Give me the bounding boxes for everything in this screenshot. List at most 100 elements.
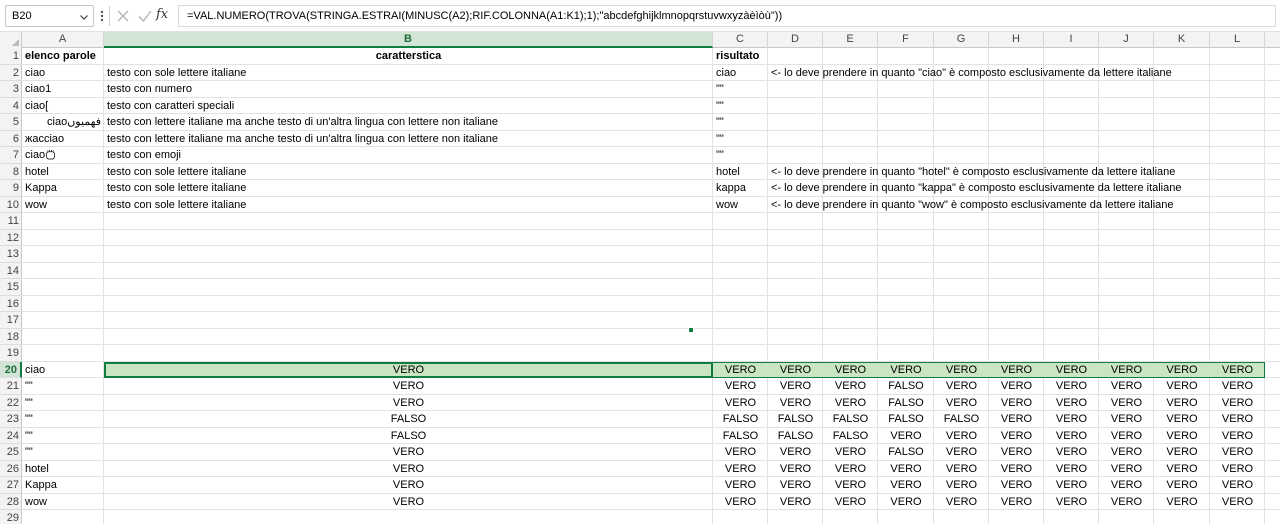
cell-i28[interactable]: VERO xyxy=(1044,494,1099,511)
cell-e22[interactable]: VERO xyxy=(823,395,878,412)
cell-k20[interactable]: VERO xyxy=(1154,362,1210,379)
cell-d21[interactable]: VERO xyxy=(768,378,823,395)
row-header-26[interactable]: 26 xyxy=(0,461,22,477)
cell-a5[interactable]: ciaoفهمیوں xyxy=(22,114,104,131)
cell-c5[interactable]: "" xyxy=(713,114,768,131)
cell-b3[interactable]: testo con numero xyxy=(104,81,713,98)
column-header-l[interactable]: L xyxy=(1210,32,1265,48)
row-header-8[interactable]: 8 xyxy=(0,164,22,180)
cell-j24[interactable]: VERO xyxy=(1099,428,1154,445)
formula-input[interactable]: =VAL.NUMERO(TROVA(STRINGA.ESTRAI(MINUSC(… xyxy=(178,5,1276,27)
row-header-18[interactable]: 18 xyxy=(0,329,22,345)
cell-c28[interactable]: VERO xyxy=(713,494,768,511)
cell-a23[interactable]: "" xyxy=(22,411,104,428)
cell-j20[interactable]: VERO xyxy=(1099,362,1154,379)
row-header-14[interactable]: 14 xyxy=(0,263,22,279)
column-header-g[interactable]: G xyxy=(934,32,989,48)
cell-l20[interactable]: VERO xyxy=(1210,362,1265,379)
column-header-k[interactable]: K xyxy=(1154,32,1210,48)
cell-j23[interactable]: VERO xyxy=(1099,411,1154,428)
cell-j28[interactable]: VERO xyxy=(1099,494,1154,511)
cell-b9[interactable]: testo con sole lettere italiane xyxy=(104,180,713,197)
cell-e20[interactable]: VERO xyxy=(823,362,878,379)
cell-a26[interactable]: hotel xyxy=(22,461,104,478)
cell-a1[interactable]: elenco parole xyxy=(22,48,104,65)
cell-b24[interactable]: FALSO xyxy=(104,428,713,445)
cell-g21[interactable]: VERO xyxy=(934,378,989,395)
cell-b5[interactable]: testo con lettere italiane ma anche test… xyxy=(104,114,713,131)
column-header-c[interactable]: C xyxy=(713,32,768,48)
more-vertical-icon[interactable] xyxy=(97,8,107,24)
cell-f21[interactable]: FALSO xyxy=(878,378,934,395)
cell-b4[interactable]: testo con caratteri speciali xyxy=(104,98,713,115)
cell-j27[interactable]: VERO xyxy=(1099,477,1154,494)
cell-c20[interactable]: VERO xyxy=(713,362,768,379)
cell-b20[interactable]: VERO xyxy=(104,362,713,379)
cell-h26[interactable]: VERO xyxy=(989,461,1044,478)
row-header-13[interactable]: 13 xyxy=(0,246,22,263)
cell-d10[interactable]: <- lo deve prendere in quanto "wow" è co… xyxy=(768,197,1248,214)
cell-f24[interactable]: VERO xyxy=(878,428,934,445)
cell-a25[interactable]: "" xyxy=(22,444,104,461)
cell-i25[interactable]: VERO xyxy=(1044,444,1099,461)
cell-i24[interactable]: VERO xyxy=(1044,428,1099,445)
cell-b23[interactable]: FALSO xyxy=(104,411,713,428)
row-header-1[interactable]: 1 xyxy=(0,48,22,65)
cell-k28[interactable]: VERO xyxy=(1154,494,1210,511)
cell-g24[interactable]: VERO xyxy=(934,428,989,445)
cell-c22[interactable]: VERO xyxy=(713,395,768,412)
cell-f23[interactable]: FALSO xyxy=(878,411,934,428)
cell-d24[interactable]: FALSO xyxy=(768,428,823,445)
name-box[interactable]: B20 xyxy=(5,5,94,27)
cell-h20[interactable]: VERO xyxy=(989,362,1044,379)
cell-k21[interactable]: VERO xyxy=(1154,378,1210,395)
cell-b6[interactable]: testo con lettere italiane ma anche test… xyxy=(104,131,713,148)
row-header-19[interactable]: 19 xyxy=(0,345,22,362)
cell-c23[interactable]: FALSO xyxy=(713,411,768,428)
cell-j25[interactable]: VERO xyxy=(1099,444,1154,461)
cell-b25[interactable]: VERO xyxy=(104,444,713,461)
cell-i26[interactable]: VERO xyxy=(1044,461,1099,478)
cell-b26[interactable]: VERO xyxy=(104,461,713,478)
cell-e28[interactable]: VERO xyxy=(823,494,878,511)
check-icon[interactable] xyxy=(136,7,154,25)
column-header-b[interactable]: B xyxy=(104,32,713,48)
cell-i27[interactable]: VERO xyxy=(1044,477,1099,494)
column-header-j[interactable]: J xyxy=(1099,32,1154,48)
cell-a28[interactable]: wow xyxy=(22,494,104,511)
cell-c21[interactable]: VERO xyxy=(713,378,768,395)
cell-d9[interactable]: <- lo deve prendere in quanto "kappa" è … xyxy=(768,180,1248,197)
cell-a3[interactable]: ciao1 xyxy=(22,81,104,98)
row-header-5[interactable]: 5 xyxy=(0,114,22,131)
cell-j21[interactable]: VERO xyxy=(1099,378,1154,395)
cell-c1[interactable]: risultato xyxy=(713,48,768,65)
cell-c25[interactable]: VERO xyxy=(713,444,768,461)
cell-f22[interactable]: FALSO xyxy=(878,395,934,412)
cell-f27[interactable]: VERO xyxy=(878,477,934,494)
cell-a27[interactable]: Kappa xyxy=(22,477,104,494)
cell-l25[interactable]: VERO xyxy=(1210,444,1265,461)
cell-d23[interactable]: FALSO xyxy=(768,411,823,428)
fx-icon[interactable]: fx xyxy=(156,7,176,25)
cell-a24[interactable]: "" xyxy=(22,428,104,445)
column-header-e[interactable]: E xyxy=(823,32,878,48)
cell-l28[interactable]: VERO xyxy=(1210,494,1265,511)
row-header-20[interactable]: 20 xyxy=(0,361,22,378)
row-header-27[interactable]: 27 xyxy=(0,477,22,494)
cell-d20[interactable]: VERO xyxy=(768,362,823,379)
row-header-9[interactable]: 9 xyxy=(0,180,22,197)
cell-b8[interactable]: testo con sole lettere italiane xyxy=(104,164,713,181)
column-header-f[interactable]: F xyxy=(878,32,934,48)
cell-a9[interactable]: Kappa xyxy=(22,180,104,197)
cell-e23[interactable]: FALSO xyxy=(823,411,878,428)
cell-f26[interactable]: VERO xyxy=(878,461,934,478)
cell-d27[interactable]: VERO xyxy=(768,477,823,494)
cell-d2[interactable]: <- lo deve prendere in quanto "ciao" è c… xyxy=(768,65,1248,82)
select-all-button[interactable] xyxy=(0,32,22,48)
cell-f25[interactable]: FALSO xyxy=(878,444,934,461)
close-icon[interactable] xyxy=(114,7,132,25)
cell-f20[interactable]: VERO xyxy=(878,362,934,379)
fill-handle[interactable] xyxy=(688,326,694,333)
row-header-10[interactable]: 10 xyxy=(0,197,22,213)
cell-h23[interactable]: VERO xyxy=(989,411,1044,428)
